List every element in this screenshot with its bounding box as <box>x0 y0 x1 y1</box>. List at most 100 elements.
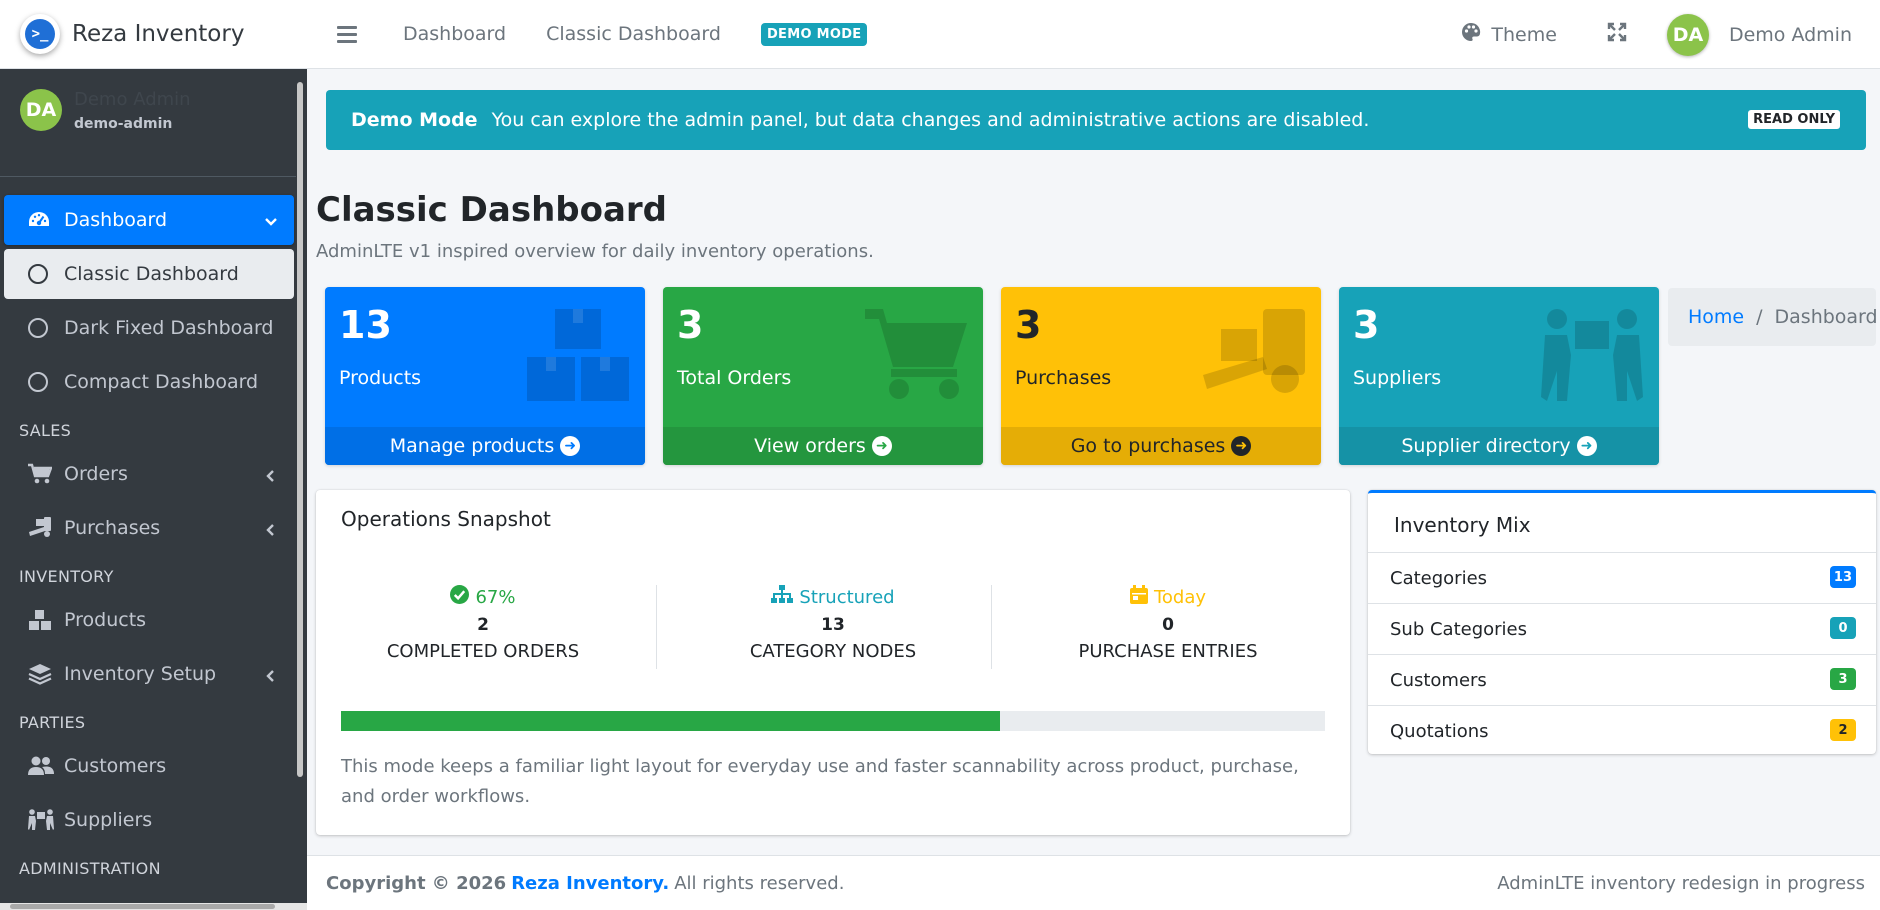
mix-row-categories[interactable]: Categories 13 <box>1368 553 1876 604</box>
sidebar-item-label: Dashboard <box>64 209 168 231</box>
footer-brand-link[interactable]: Reza Inventory. <box>511 873 669 894</box>
dolly-icon <box>1203 309 1305 393</box>
suppliers-box: 3 Suppliers Supplier directory ➜ <box>1339 287 1659 465</box>
stat-label: PURCHASE ENTRIES <box>1078 641 1258 662</box>
manage-products-link[interactable]: Manage products ➜ <box>325 427 645 465</box>
mix-row-customers[interactable]: Customers 3 <box>1368 655 1876 706</box>
sidebar-item-suppliers[interactable]: Suppliers <box>4 795 294 845</box>
people-carry-icon <box>28 809 64 831</box>
page-subtitle: AdminLTE v1 inspired overview for daily … <box>316 241 874 262</box>
user-panel[interactable]: DA Demo Admin demo-admin <box>0 69 297 177</box>
sidebar-item-classic-dashboard[interactable]: Classic Dashboard <box>4 249 294 299</box>
go-to-purchases-link[interactable]: Go to purchases ➜ <box>1001 427 1321 465</box>
arrow-circle-right-icon: ➜ <box>1576 436 1597 456</box>
demo-mode-badge: DEMO MODE <box>760 22 868 46</box>
products-box: 13 Products Manage products ➜ <box>325 287 645 465</box>
box-label: Products <box>339 367 422 389</box>
sidebar-horizontal-scrollbar[interactable] <box>0 903 307 910</box>
stat-completed-orders: 67% 2 COMPLETED ORDERS <box>316 585 650 662</box>
chevron-left-icon <box>264 520 278 542</box>
mix-label: Customers <box>1390 669 1487 691</box>
stat-value: 13 <box>821 615 845 635</box>
sitemap-icon <box>771 585 794 609</box>
nav-link-dashboard[interactable]: Dashboard <box>403 23 506 45</box>
sidebar-item-label: Customers <box>64 755 167 777</box>
stat-headline: Today <box>1153 586 1207 608</box>
sidebar-item-dashboard[interactable]: Dashboard <box>4 195 294 245</box>
count-badge: 13 <box>1829 566 1856 588</box>
stat-category-nodes: Structured 13 CATEGORY NODES <box>666 585 1000 662</box>
footer-rights: All rights reserved. <box>674 872 845 894</box>
avatar: DA <box>20 89 62 131</box>
sidebar-item-label: Orders <box>64 463 128 485</box>
menu-toggle-icon[interactable] <box>337 25 357 43</box>
stat-headline: Structured <box>799 586 895 608</box>
user-avatar[interactable]: DA <box>1666 13 1709 56</box>
circle-icon <box>28 318 64 338</box>
purchases-box: 3 Purchases Go to purchases ➜ <box>1001 287 1321 465</box>
box-link-label: Supplier directory <box>1401 435 1571 457</box>
count-badge: 0 <box>1830 617 1856 639</box>
sidebar-scrollbar-thumb[interactable] <box>297 82 303 777</box>
circle-icon <box>28 264 64 284</box>
mix-label: Categories <box>1390 567 1488 589</box>
mix-row-sub-categories[interactable]: Sub Categories 0 <box>1368 604 1876 655</box>
divider <box>656 585 657 669</box>
sidebar-item-dark-fixed-dashboard[interactable]: Dark Fixed Dashboard <box>4 303 294 353</box>
breadcrumb-home[interactable]: Home <box>1688 306 1744 328</box>
progress-bar <box>341 711 1001 731</box>
demo-mode-alert: Demo Mode You can explore the admin pane… <box>326 90 1866 150</box>
breadcrumb: Home / Dashboard <box>1668 288 1878 346</box>
stat-label: COMPLETED ORDERS <box>386 641 580 662</box>
sidebar-item-inventory-setup[interactable]: Inventory Setup <box>4 649 294 699</box>
sidebar-item-products[interactable]: Products <box>4 595 294 645</box>
theme-button[interactable]: Theme <box>1461 22 1557 47</box>
box-value: 3 <box>1015 303 1042 347</box>
read-only-badge: READ ONLY <box>1748 110 1840 129</box>
inventory-mix-card: Inventory Mix Categories 13 Sub Categori… <box>1368 490 1876 754</box>
stat-value: 2 <box>477 615 489 635</box>
view-orders-link[interactable]: View orders ➜ <box>663 427 983 465</box>
mix-row-quotations[interactable]: Quotations 2 <box>1368 706 1876 757</box>
terminal-icon: >_ <box>25 19 55 49</box>
mix-label: Quotations <box>1390 721 1489 742</box>
user-handle: demo-admin <box>74 116 173 132</box>
supplier-directory-link[interactable]: Supplier directory ➜ <box>1339 427 1659 465</box>
theme-label: Theme <box>1491 23 1557 46</box>
total-orders-box: 3 Total Orders View orders ➜ <box>663 287 983 465</box>
arrow-circle-right-icon: ➜ <box>560 436 581 456</box>
nav-header-sales: SALES <box>19 421 72 440</box>
sidebar-item-customers[interactable]: Customers <box>4 741 294 791</box>
sidebar-item-compact-dashboard[interactable]: Compact Dashboard <box>4 357 294 407</box>
sidebar-item-purchases[interactable]: Purchases <box>4 503 294 553</box>
sidebar-item-label: Suppliers <box>64 809 153 831</box>
sidebar-item-label: Purchases <box>64 517 161 539</box>
check-circle-icon <box>450 585 470 609</box>
nav-header-administration: ADMINISTRATION <box>19 859 161 878</box>
brand-logo: >_ <box>20 14 60 54</box>
chevron-left-icon <box>264 666 278 688</box>
sidebar-item-orders[interactable]: Orders <box>4 449 294 499</box>
sidebar-nav: Dashboard Classic Dashboard Dark Fixed D… <box>0 177 307 887</box>
stat-value: 0 <box>1162 615 1174 635</box>
calendar-icon <box>1129 585 1148 609</box>
user-name: Demo Admin <box>74 89 191 110</box>
box-value: 13 <box>339 303 392 347</box>
nav-link-classic-dashboard[interactable]: Classic Dashboard <box>546 23 721 45</box>
card-description: This mode keeps a familiar light layout … <box>341 756 1299 807</box>
breadcrumb-separator: / <box>1756 306 1763 328</box>
stat-purchase-entries: Today 0 PURCHASE ENTRIES <box>1001 585 1335 662</box>
count-badge: 3 <box>1830 668 1856 690</box>
sidebar-item-label: Classic Dashboard <box>64 263 239 285</box>
gauge-icon <box>28 210 64 230</box>
sidebar: >_ Reza Inventory DA Demo Admin demo-adm… <box>0 0 307 910</box>
footer: Copyright © 2026 Reza Inventory. All rig… <box>307 855 1880 910</box>
box-link-label: Go to purchases <box>1070 435 1226 457</box>
fullscreen-icon[interactable] <box>1607 22 1627 47</box>
brand-link[interactable]: >_ Reza Inventory <box>0 0 307 69</box>
stat-label: CATEGORY NODES <box>749 641 917 662</box>
stat-headline: 67% <box>475 586 516 608</box>
box-value: 3 <box>1353 303 1380 347</box>
user-menu[interactable]: Demo Admin <box>1729 24 1852 46</box>
box-label: Total Orders <box>677 367 792 389</box>
